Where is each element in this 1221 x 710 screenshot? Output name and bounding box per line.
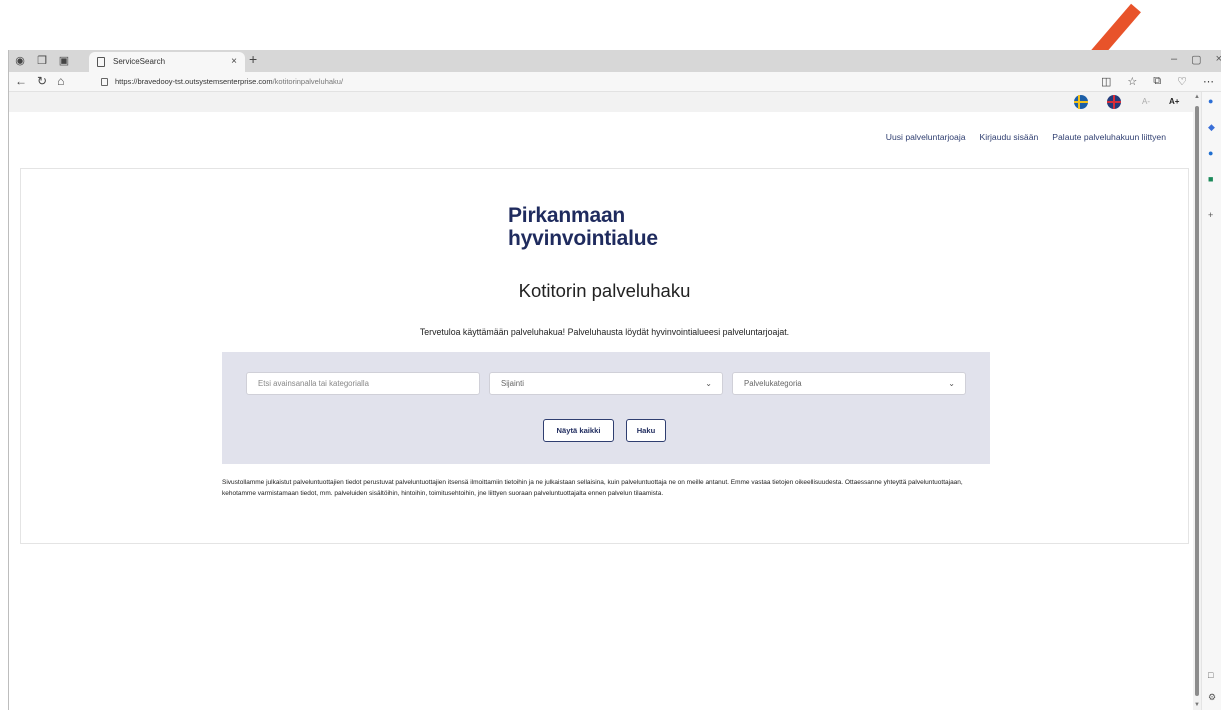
url-field[interactable]: https://bravedooy-tst.outsystemsenterpri… (101, 75, 343, 89)
toolbar-icons: ◫ ☆ ⧉ ♡ ⋯ (1101, 75, 1214, 88)
logo-line-2: hyvinvointialue (508, 227, 658, 250)
address-bar: ← ↻ ⌂ https://bravedooy-tst.outsystemsen… (9, 72, 1221, 92)
login-link[interactable]: Kirjaudu sisään (980, 132, 1039, 142)
scrollbar-thumb[interactable] (1195, 106, 1199, 696)
edge-sidebar: ● ◆ ● ■ + □ ⚙ (1201, 92, 1221, 710)
scroll-down-icon[interactable]: ▼ (1194, 702, 1200, 708)
tab-servicesearch[interactable]: ServiceSearch × (89, 52, 245, 72)
window-controls: – ▢ × (1171, 53, 1221, 66)
tab-strip-icons: ◉ ❐ ▣ (9, 53, 75, 69)
outlook-icon[interactable]: ■ (1208, 174, 1213, 184)
location-select-label: Sijainti (501, 379, 524, 388)
screenshot-root: ◉ ❐ ▣ ServiceSearch × + – ▢ × ← ↻ ⌂ http… (0, 0, 1221, 710)
workspaces-icon[interactable]: ❐ (31, 53, 53, 69)
chevron-down-icon: ⌄ (948, 379, 955, 388)
add-sidebar-icon[interactable]: + (1208, 210, 1213, 220)
settings-icon[interactable]: ⚙ (1208, 692, 1216, 703)
minimize-icon[interactable]: – (1171, 53, 1177, 66)
page-scrollbar[interactable]: ▲ ▼ (1193, 92, 1201, 710)
main-card: Pirkanmaan hyvinvointialue Kotitorin pal… (20, 168, 1189, 544)
page-icon (97, 57, 105, 67)
language-bar: A- A+ (9, 92, 1194, 112)
category-select[interactable]: Palvelukategoria ⌄ (732, 372, 966, 395)
web-page: A- A+ Uusi palveluntarjoaja Kirjaudu sis… (9, 92, 1194, 710)
logo: Pirkanmaan hyvinvointialue (508, 204, 658, 250)
shopping-icon[interactable]: ● (1208, 148, 1213, 158)
favorites-icon[interactable]: ☆ (1127, 75, 1137, 88)
page-title: Kotitorin palveluhaku (518, 280, 691, 301)
site-info-icon[interactable] (101, 78, 108, 86)
more-icon[interactable]: ⋯ (1203, 75, 1214, 88)
location-select[interactable]: Sijainti ⌄ (489, 372, 723, 395)
home-icon[interactable]: ⌂ (57, 74, 64, 88)
browser-window: ◉ ❐ ▣ ServiceSearch × + – ▢ × ← ↻ ⌂ http… (8, 50, 1221, 710)
url-host: https://bravedooy-tst.outsystemsenterpri… (115, 77, 273, 86)
scroll-up-icon[interactable]: ▲ (1194, 94, 1200, 100)
tab-title: ServiceSearch (113, 57, 166, 66)
search-button[interactable]: Haku (626, 419, 666, 442)
search-panel: Etsi avainsanalla tai kategorialla Sijai… (222, 352, 990, 464)
nav-buttons: ← ↻ ⌂ (15, 74, 64, 88)
new-provider-link[interactable]: Uusi palveluntarjoaja (886, 132, 966, 142)
copilot-icon[interactable]: ◆ (1208, 122, 1215, 133)
category-select-label: Palvelukategoria (744, 379, 802, 388)
new-tab-button[interactable]: + (249, 51, 257, 67)
profile-icon[interactable]: ◉ (9, 53, 31, 69)
close-window-icon[interactable]: × (1216, 53, 1221, 66)
search-sidebar-icon[interactable]: ● (1208, 96, 1213, 106)
show-all-button[interactable]: Näytä kaikki (543, 419, 614, 442)
keyword-search-input[interactable]: Etsi avainsanalla tai kategorialla (246, 372, 480, 395)
tab-close-icon[interactable]: × (231, 52, 237, 72)
logo-line-1: Pirkanmaan (508, 204, 626, 227)
collections-icon[interactable]: ⧉ (1153, 75, 1161, 88)
welcome-text: Tervetuloa käyttämään palveluhakua! Palv… (419, 327, 790, 337)
chevron-down-icon: ⌄ (705, 379, 712, 388)
feedback-link[interactable]: Palaute palveluhakuun liittyen (1052, 132, 1166, 142)
split-screen-icon[interactable]: ◫ (1101, 75, 1111, 88)
refresh-icon[interactable]: ↻ (37, 74, 47, 88)
sidebar-toggle-icon[interactable]: □ (1208, 670, 1213, 680)
tab-actions-icon[interactable]: ▣ (53, 53, 75, 69)
back-icon[interactable]: ← (15, 74, 27, 88)
tab-strip: ◉ ❐ ▣ ServiceSearch × + – ▢ × (9, 50, 1221, 72)
extensions-icon[interactable]: ♡ (1177, 75, 1187, 88)
disclaimer-text: Sivustollamme julkaistut palveluntuottaj… (222, 479, 963, 497)
font-decrease-button[interactable]: A- (1142, 97, 1150, 106)
url-path: /kotitorinpalveluhaku/ (272, 77, 344, 86)
maximize-icon[interactable]: ▢ (1191, 53, 1201, 66)
font-increase-button[interactable]: A+ (1169, 97, 1179, 106)
top-navigation: Uusi palveluntarjoaja Kirjaudu sisään Pa… (886, 132, 1166, 142)
english-flag-icon[interactable] (1107, 95, 1121, 109)
swedish-flag-icon[interactable] (1074, 95, 1088, 109)
